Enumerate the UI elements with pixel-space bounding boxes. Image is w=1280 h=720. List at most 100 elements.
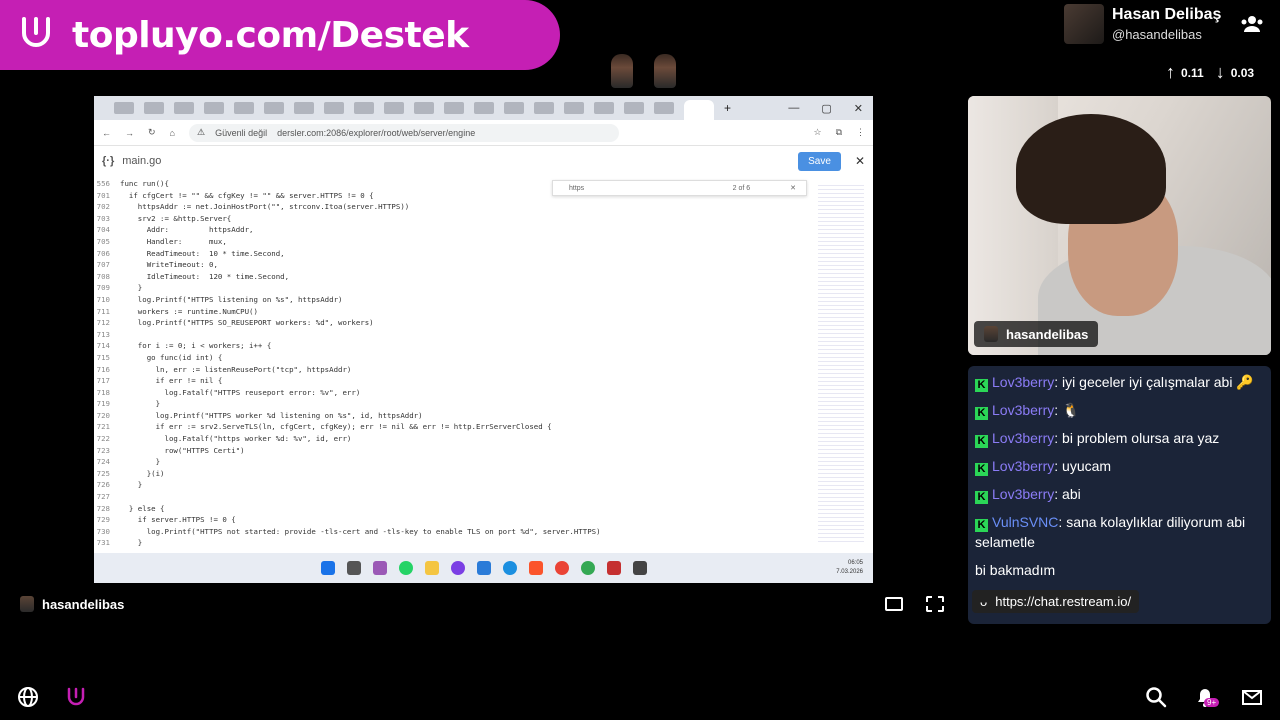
code-editor[interactable]: 556 func run(){701 if cfgCert != "" && cf… — [94, 178, 814, 549]
caption-icon[interactable] — [885, 597, 903, 611]
browser-tab[interactable] — [324, 102, 344, 114]
screenshot-icon[interactable] — [926, 596, 944, 612]
code-line[interactable]: 711 workers := runtime.NumCPU() — [94, 306, 814, 318]
code-line[interactable]: 713 — [94, 329, 814, 341]
code-line[interactable]: 715 go func(id int) { — [94, 352, 814, 364]
code-line[interactable]: 717 if err != nil { — [94, 375, 814, 387]
chat-username[interactable]: Lov3berry — [992, 402, 1054, 418]
code-line[interactable]: 723 row("HTTPS Certi") — [94, 445, 814, 457]
browser-tab[interactable] — [174, 102, 194, 114]
star-icon[interactable]: ☆ — [813, 127, 821, 138]
code-line[interactable]: 730 log.Printf("HTTPS not started: provi… — [94, 526, 814, 538]
notification-bell-icon[interactable]: 9+ — [1194, 686, 1220, 708]
code-line[interactable]: 705 Handler: mux, — [94, 236, 814, 248]
code-line[interactable]: 721 if err := srv2.ServeTLS(ln, cfgCert,… — [94, 421, 814, 433]
browser-tab[interactable] — [594, 102, 614, 114]
browser-tab[interactable] — [504, 102, 524, 114]
close-editor-icon[interactable]: ✕ — [855, 154, 865, 168]
browser-tab[interactable] — [564, 102, 584, 114]
browser-tab[interactable] — [204, 102, 224, 114]
browser-tab[interactable] — [354, 102, 374, 114]
code-line[interactable]: 729 if server.HTTPS != 0 { — [94, 514, 814, 526]
globe-icon[interactable] — [17, 686, 39, 708]
new-tab-icon[interactable]: + — [724, 101, 731, 115]
chrome-icon[interactable] — [580, 561, 595, 575]
code-line[interactable]: 703 srv2 := &http.Server{ — [94, 213, 814, 225]
code-line[interactable]: 731 } — [94, 537, 814, 549]
chrome-icon[interactable] — [554, 561, 569, 575]
menu-icon[interactable]: ⋮ — [856, 127, 865, 138]
vscode-icon[interactable] — [476, 561, 491, 575]
viewer-avatar[interactable] — [611, 54, 633, 88]
code-line[interactable]: 718 log.Fatalf("HTTPS reuseport error: %… — [94, 387, 814, 399]
code-line[interactable]: 712 log.Printf("HTTPS SO_REUSEPORT worke… — [94, 317, 814, 329]
find-widget[interactable]: https 2 of 6 ✕ — [552, 180, 807, 196]
chat-panel[interactable]: K Lov3berry: iyi geceler iyi çalışmalar a… — [968, 366, 1271, 624]
code-line[interactable]: 720 log.Printf("HTTPS worker %d listenin… — [94, 410, 814, 422]
browser-tab[interactable] — [234, 102, 254, 114]
code-line[interactable]: 708 IdleTimeout: 120 * time.Second, — [94, 271, 814, 283]
code-line[interactable]: 728 } else { — [94, 503, 814, 515]
code-line[interactable]: 722 log.Fatalf("https worker %d: %v", id… — [94, 433, 814, 445]
code-line[interactable]: 707 WriteTimeout: 0, — [94, 259, 814, 271]
find-input[interactable]: https — [569, 185, 584, 192]
chat-username[interactable]: Lov3berry — [992, 430, 1054, 446]
browser-tab[interactable] — [294, 102, 314, 114]
active-browser-tab[interactable] — [684, 100, 714, 120]
browser-tab[interactable] — [474, 102, 494, 114]
windows-start-icon[interactable] — [320, 561, 335, 575]
chat-url[interactable]: https://chat.restream.io/ — [995, 594, 1131, 609]
browser-tab[interactable] — [264, 102, 284, 114]
app-icon[interactable] — [632, 561, 647, 575]
close-find-icon[interactable]: ✕ — [790, 184, 796, 192]
browser-tab[interactable] — [444, 102, 464, 114]
url-input[interactable]: ⚠ Güvenli değil dersler.com:2086/explore… — [188, 123, 619, 142]
code-line[interactable]: 704 Addr: httpsAddr, — [94, 224, 814, 236]
mail-icon[interactable] — [1241, 686, 1263, 708]
edge-icon[interactable] — [502, 561, 517, 575]
browser-tab[interactable] — [114, 102, 134, 114]
chat-username[interactable]: Lov3berry — [992, 458, 1054, 474]
app-icon[interactable] — [450, 561, 465, 575]
browser-tab[interactable] — [144, 102, 164, 114]
save-button[interactable]: Save — [798, 151, 841, 171]
code-line[interactable]: 727 — [94, 491, 814, 503]
browser-tab[interactable] — [414, 102, 434, 114]
maximize-icon[interactable]: ▢ — [821, 102, 831, 115]
chat-username[interactable]: VulnSVNC — [992, 514, 1058, 530]
app-icon[interactable] — [606, 561, 621, 575]
code-line[interactable]: 716 ln, err := listenReusePort("tcp", ht… — [94, 364, 814, 376]
forward-icon[interactable]: → — [125, 128, 134, 138]
copilot-icon[interactable] — [372, 561, 387, 575]
home-icon[interactable]: ⌂ — [170, 128, 175, 138]
browser-tab[interactable] — [534, 102, 554, 114]
browser-tab[interactable] — [384, 102, 404, 114]
taskview-icon[interactable] — [346, 561, 361, 575]
reload-icon[interactable]: ↻ — [148, 127, 156, 138]
topluyo-logo-icon[interactable] — [64, 686, 86, 708]
code-line[interactable]: 710 log.Printf("HTTPS listening on %s", … — [94, 294, 814, 306]
code-line[interactable]: 706 ReadTimeout: 10 * time.Second, — [94, 248, 814, 260]
extensions-icon[interactable]: ⧉ — [836, 127, 842, 138]
code-line[interactable]: 725 }(i) — [94, 468, 814, 480]
code-line[interactable]: 709 } — [94, 282, 814, 294]
system-clock[interactable]: 06:05 7.03.2026 — [836, 559, 863, 577]
brave-icon[interactable] — [528, 561, 543, 575]
browser-tab[interactable] — [624, 102, 644, 114]
search-icon[interactable] — [1145, 686, 1167, 708]
chat-username[interactable]: Lov3berry — [992, 374, 1054, 390]
screen-share[interactable]: + — ▢ ✕ ← → ↻ ⌂ ⚠ Güvenli değil dersler.… — [94, 96, 873, 583]
profile-card[interactable]: Hasan Delibaş @hasandelibas — [1064, 4, 1221, 44]
code-line[interactable]: 726 } — [94, 479, 814, 491]
chat-username[interactable]: Lov3berry — [992, 486, 1054, 502]
code-line[interactable]: 702 httpsAddr := net.JoinHostPort("", st… — [94, 201, 814, 213]
code-line[interactable]: 714 for i := 0; i < workers; i++ { — [94, 340, 814, 352]
people-icon[interactable] — [1240, 14, 1264, 34]
code-minimap[interactable] — [818, 182, 864, 542]
chat-url-popup[interactable]: ᴗ https://chat.restream.io/ — [972, 590, 1140, 613]
minimize-icon[interactable]: — — [788, 102, 799, 115]
code-line[interactable]: 724 } — [94, 456, 814, 468]
code-line[interactable]: 719 } — [94, 398, 814, 410]
back-icon[interactable]: ← — [102, 128, 111, 138]
viewer-avatar[interactable] — [654, 54, 676, 88]
